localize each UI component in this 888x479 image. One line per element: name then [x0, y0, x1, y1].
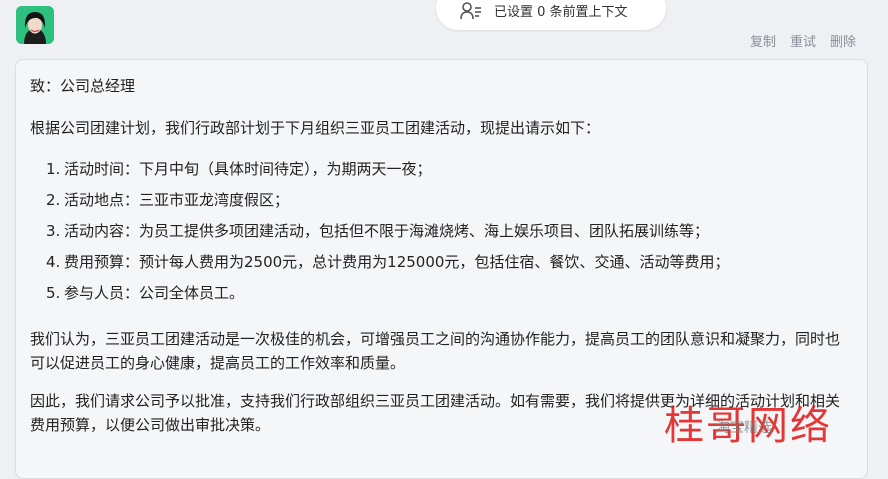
request-list: 1. 活动时间：下月中旬（具体时间待定），为期两天一夜； 2. 活动地点：三亚市亚龙…: [30, 154, 853, 309]
closing-paragraph: 因此，我们请求公司予以批准，支持我们行政部组织三亚员工团建活动。如有需要，我们将…: [30, 392, 841, 434]
list-item: 1. 活动时间：下月中旬（具体时间待定），为期两天一夜；: [46, 160, 432, 178]
message-bubble: 致：公司总经理 根据公司团建计划，我们行政部计划于下月组织三亚员工团建活动，现提…: [15, 59, 868, 479]
context-label: 已设置 0 条前置上下文: [494, 5, 628, 20]
copy-button[interactable]: 复制: [750, 31, 776, 50]
intro-paragraph: 根据公司团建计划，我们行政部计划于下月组织三亚员工团建活动，现提出请示如下：: [30, 119, 601, 137]
list-item: 5. 参与人员：公司全体员工。: [46, 284, 245, 302]
list-item: 2. 活动地点：三亚市亚龙湾度假区；: [46, 191, 290, 209]
retry-button[interactable]: 重试: [790, 31, 816, 50]
salutation: 致：公司总经理: [30, 77, 136, 95]
message-actions: 复制 重试 删除: [750, 31, 856, 50]
list-item: 3. 活动内容：为员工提供多项团建活动，包括但不限于海滩烧烤、海上娱乐项目、团队拓…: [46, 222, 710, 240]
context-indicator[interactable]: 已设置 0 条前置上下文: [436, 0, 666, 30]
delete-button[interactable]: 删除: [830, 31, 856, 50]
user-context-icon: [460, 2, 482, 20]
assistant-avatar: [16, 6, 54, 44]
body-paragraph: 我们认为，三亚员工团建活动是一次极佳的机会，可增强员工之间的沟通协作能力，提高员…: [30, 330, 841, 372]
list-item: 4. 费用预算：预计每人费用为2500元，总计费用为125000元，包括住宿、餐饮…: [46, 253, 730, 271]
